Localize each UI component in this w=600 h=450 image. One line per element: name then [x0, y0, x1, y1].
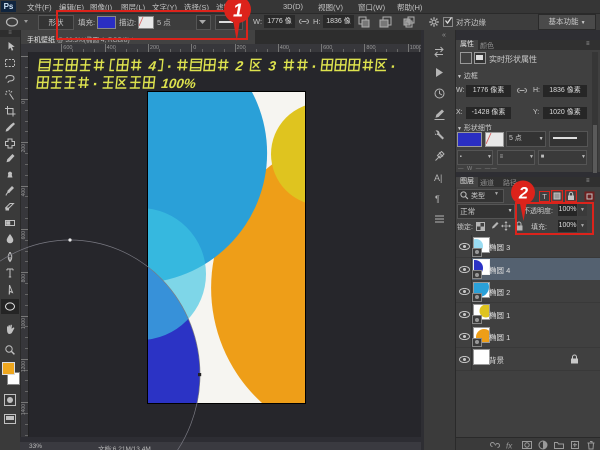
svg-text:¶: ¶	[435, 194, 440, 204]
svg-text:fx: fx	[506, 442, 513, 450]
svg-text:A|: A|	[434, 173, 442, 183]
